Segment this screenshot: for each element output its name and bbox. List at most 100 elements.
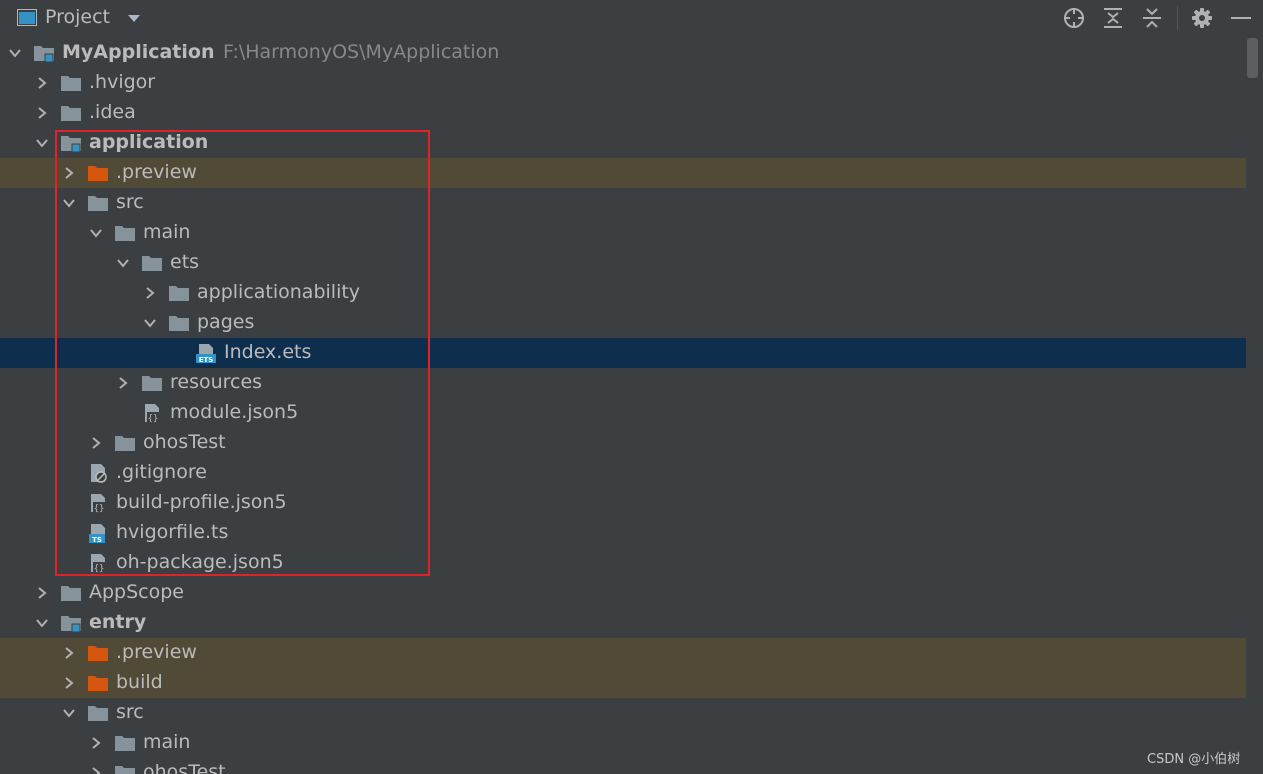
excluded-folder-icon xyxy=(88,166,108,181)
folder-icon xyxy=(115,226,135,241)
tree-row[interactable]: ets xyxy=(0,248,1246,278)
tool-window-header: Project xyxy=(0,0,1263,36)
vertical-scrollbar[interactable] xyxy=(1247,38,1259,774)
chevron-down-icon[interactable] xyxy=(89,226,103,240)
chevron-right-icon[interactable] xyxy=(143,286,157,300)
svg-text:{}: {} xyxy=(94,564,105,573)
tree-row[interactable]: {} oh-package.json5 xyxy=(0,548,1246,578)
folder-icon xyxy=(169,316,189,331)
locate-icon[interactable] xyxy=(1062,6,1086,30)
json-file-icon: {} xyxy=(91,554,105,573)
tree-item-label: main xyxy=(143,731,191,753)
chevron-right-icon[interactable] xyxy=(89,736,103,750)
project-tree[interactable]: MyApplication F:\HarmonyOS\MyApplication.… xyxy=(0,38,1246,774)
tree-item-label: application xyxy=(89,131,209,153)
ets-file-icon: ETS xyxy=(196,344,216,363)
svg-text:{}: {} xyxy=(148,414,159,423)
svg-text:{}: {} xyxy=(94,504,105,513)
tree-row[interactable]: main xyxy=(0,218,1246,248)
toolbar-divider xyxy=(1177,6,1178,30)
tree-item-label: build xyxy=(116,671,163,693)
json-file-icon: {} xyxy=(145,404,159,423)
chevron-right-icon[interactable] xyxy=(116,376,130,390)
tree-item-label: oh-package.json5 xyxy=(116,551,284,573)
chevron-right-icon[interactable] xyxy=(62,646,76,660)
tree-item-label: hvigorfile.ts xyxy=(116,521,229,543)
chevron-right-icon[interactable] xyxy=(35,76,49,90)
module-folder-icon xyxy=(61,136,81,153)
tree-item-label: .idea xyxy=(89,101,136,123)
tree-item-label: .gitignore xyxy=(116,461,207,483)
folder-icon xyxy=(88,196,108,211)
tree-item-label: MyApplication xyxy=(62,41,215,63)
project-view-title[interactable]: Project xyxy=(45,6,110,28)
chevron-right-icon[interactable] xyxy=(89,436,103,450)
tree-row[interactable]: applicationability xyxy=(0,278,1246,308)
tree-row[interactable]: ohosTest xyxy=(0,758,1246,774)
chevron-right-icon[interactable] xyxy=(62,676,76,690)
tree-item-label: ohosTest xyxy=(143,431,226,453)
svg-text:ETS: ETS xyxy=(199,356,214,363)
tree-row[interactable]: .preview xyxy=(0,638,1246,668)
tree-item-label: resources xyxy=(170,371,263,393)
project-path: F:\HarmonyOS\MyApplication xyxy=(223,41,500,63)
tree-row[interactable]: pages xyxy=(0,308,1246,338)
chevron-down-icon[interactable] xyxy=(116,256,130,270)
folder-icon xyxy=(115,436,135,451)
scrollbar-thumb[interactable] xyxy=(1247,38,1258,78)
watermark: CSDN @小伯树 xyxy=(1147,752,1241,767)
chevron-right-icon[interactable] xyxy=(35,586,49,600)
folder-icon xyxy=(142,376,162,391)
svg-text:TS: TS xyxy=(92,536,102,543)
tree-row[interactable]: TS hvigorfile.ts xyxy=(0,518,1246,548)
tree-row[interactable]: ohosTest xyxy=(0,428,1246,458)
gitignore-file-icon xyxy=(91,464,107,483)
tree-row[interactable]: MyApplication F:\HarmonyOS\MyApplication xyxy=(0,38,1246,68)
tree-row[interactable]: src xyxy=(0,188,1246,218)
chevron-right-icon[interactable] xyxy=(35,106,49,120)
tree-row[interactable]: src xyxy=(0,698,1246,728)
tree-row[interactable]: build xyxy=(0,668,1246,698)
excluded-folder-icon xyxy=(88,676,108,691)
minimize-icon[interactable] xyxy=(1229,6,1253,30)
project-window-icon xyxy=(17,9,37,26)
tree-item-label: build-profile.json5 xyxy=(116,491,287,513)
gear-icon[interactable] xyxy=(1190,6,1214,30)
tree-row[interactable]: .preview xyxy=(0,158,1246,188)
tree-row[interactable]: .hvigor xyxy=(0,68,1246,98)
tree-row[interactable]: {} build-profile.json5 xyxy=(0,488,1246,518)
tree-row[interactable]: .gitignore xyxy=(0,458,1246,488)
chevron-down-icon[interactable] xyxy=(62,196,76,210)
tree-item-label: src xyxy=(116,191,144,213)
collapse-all-icon[interactable] xyxy=(1140,6,1164,30)
chevron-right-icon[interactable] xyxy=(89,766,103,774)
folder-icon xyxy=(61,106,81,121)
chevron-right-icon[interactable] xyxy=(62,166,76,180)
tree-row[interactable]: ETS Index.ets xyxy=(0,338,1246,368)
folder-icon xyxy=(169,286,189,301)
chevron-down-icon[interactable] xyxy=(35,616,49,630)
tree-item-label: .hvigor xyxy=(89,71,156,93)
tree-item-label: ets xyxy=(170,251,200,273)
expand-all-icon[interactable] xyxy=(1101,6,1125,30)
folder-icon xyxy=(142,256,162,271)
tree-row[interactable]: .idea xyxy=(0,98,1246,128)
folder-icon xyxy=(61,76,81,91)
chevron-down-icon[interactable] xyxy=(8,46,22,60)
chevron-down-icon[interactable] xyxy=(126,10,142,26)
tree-row[interactable]: main xyxy=(0,728,1246,758)
chevron-down-icon[interactable] xyxy=(35,136,49,150)
tree-item-label: src xyxy=(116,701,144,723)
module-folder-icon xyxy=(61,616,81,633)
module-folder-icon xyxy=(34,46,54,63)
folder-icon xyxy=(88,706,108,721)
chevron-down-icon[interactable] xyxy=(62,706,76,720)
tree-row[interactable]: AppScope xyxy=(0,578,1246,608)
chevron-down-icon[interactable] xyxy=(143,316,157,330)
tree-row[interactable]: application xyxy=(0,128,1246,158)
tree-row[interactable]: {} module.json5 xyxy=(0,398,1246,428)
ts-file-icon: TS xyxy=(89,524,105,543)
tree-row[interactable]: resources xyxy=(0,368,1246,398)
folder-icon xyxy=(61,586,81,601)
tree-row[interactable]: entry xyxy=(0,608,1246,638)
